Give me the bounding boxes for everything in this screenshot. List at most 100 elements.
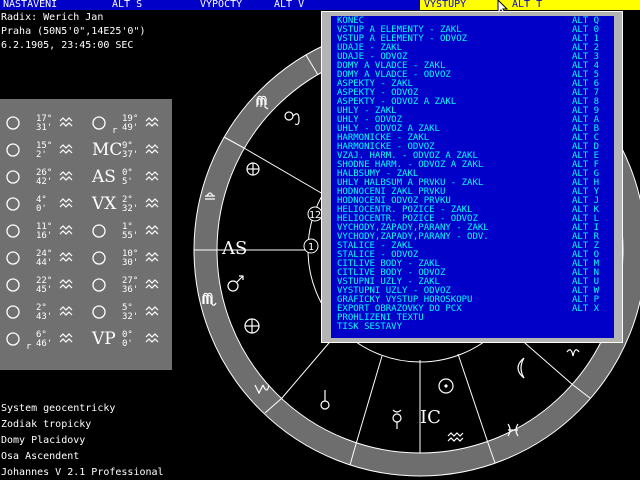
planet-row: 5°32' (92, 303, 159, 322)
vp-icon: VP (91, 329, 116, 349)
uranus-icon (6, 305, 20, 319)
planet-row: 10°30' (92, 249, 159, 268)
dropdown-list: KONEC ALT Q VSTUP A ELEMENTY - ZAKL ALT 0 VS… (331, 16, 614, 338)
retrograde-mark: r (112, 126, 118, 136)
menu-vystupy-shortcut: ALT T (512, 0, 543, 10)
planet-row: VX 2°32' (91, 194, 159, 214)
planet-table: 17°31' 15°2' 26°42' 4°0' 11°16' 24°44' 22°45' 2… (6, 114, 159, 352)
planet-row: AS 0°5' (91, 167, 159, 187)
aries-icon (145, 333, 159, 343)
vertex-icon: VX (91, 194, 117, 214)
planet-minute: 49' (122, 123, 138, 133)
cancer-icon (59, 333, 73, 343)
pisces-icon (59, 144, 73, 154)
planet-row: MC 9°37' (92, 140, 159, 160)
jupiter-icon (6, 251, 20, 265)
gemini-icon (145, 117, 159, 127)
house-12-label: 12 (309, 210, 321, 221)
mc-icon: MC (92, 140, 122, 160)
planet-minute: 32' (122, 312, 138, 322)
node-icon (92, 251, 106, 265)
lilith-icon (92, 224, 106, 238)
capricorn-icon (59, 306, 73, 316)
vystupy-dropdown: KONEC ALT Q VSTUP A ELEMENTY - ZAKL ALT 0 VS… (321, 11, 623, 343)
aries-icon (59, 198, 73, 208)
status-axis: Osa Ascendent (1, 451, 80, 462)
planet-minute: 30' (122, 258, 138, 268)
pluto-icon (92, 116, 106, 130)
aquarius-icon (59, 279, 73, 289)
planet-row: 15°2' (6, 141, 73, 160)
planet-row: 19°49'r (92, 114, 159, 136)
ic-label: IC (420, 407, 441, 428)
house-1-label: 1 (308, 242, 314, 253)
mars-icon (6, 224, 20, 238)
status-zodiac: Zodiak tropicky (1, 419, 92, 430)
aquarius-icon (59, 117, 73, 127)
planet-minute: 36' (122, 285, 138, 295)
menu-vypocty-shortcut: ALT V (274, 0, 305, 10)
leo-icon (145, 144, 159, 154)
planet-row: 26°42' (6, 168, 73, 187)
planet-row: 4°0' (6, 195, 73, 214)
planet-row: 1°55' (92, 222, 159, 241)
ascendant-label: AS (221, 238, 247, 259)
planet-minute: 0' (36, 204, 47, 214)
dropdown-item-shortcut: ALT X (572, 304, 600, 314)
menu-vystupy[interactable]: VYSTUPY (424, 0, 466, 10)
virgo-icon (59, 225, 73, 235)
planet-minute: 46' (36, 339, 52, 349)
planet-row: VP 0°0' (91, 329, 159, 349)
sun-icon (6, 116, 20, 130)
asc-icon: AS (91, 167, 116, 187)
planet-minute: 37' (122, 150, 138, 160)
planet-minute: 45' (36, 285, 52, 295)
planet-minute: 42' (36, 177, 52, 187)
saturn-icon (6, 278, 20, 292)
dropdown-item-label: TISK SESTAVY (337, 322, 403, 332)
aries-icon (145, 198, 159, 208)
virgo-icon (145, 252, 159, 262)
birth-place: Praha (50N5'0",14E25'0") (1, 26, 146, 37)
planet-row: 22°45' (6, 276, 73, 295)
neptune-icon (6, 332, 20, 346)
moon-icon (6, 143, 20, 157)
radix-name: Radix: Werich Jan (1, 12, 104, 23)
capricorn-icon (59, 171, 73, 181)
planet-row: 27°36' (92, 276, 159, 295)
mercury-icon (6, 170, 20, 184)
planet-minute: 55' (122, 231, 138, 241)
status-version: Johannes V 2.1 Professional (1, 467, 164, 478)
virgo-icon (145, 279, 159, 289)
planet-row: 17°31' (6, 114, 73, 133)
planet-positions-panel: 17° 31' 15° 2' 26° 42' 4° 0' 11° 16' 24° 44' 22° 45' 2… (0, 99, 172, 370)
menu-nastaveni-shortcut: ALT S (112, 0, 143, 10)
status-houses: Domy Placidovy (1, 435, 86, 446)
dropdown-item[interactable]: TISK SESTAVY (331, 323, 614, 332)
aries-icon (59, 252, 73, 262)
retrograde-mark: r (26, 342, 32, 352)
aries-icon (145, 225, 159, 235)
planet-row: 6°46'r (6, 330, 73, 352)
planet-minute: 31' (36, 123, 52, 133)
planet-minute: 44' (36, 258, 52, 268)
menu-nastaveni[interactable]: NASTAVENI (3, 0, 57, 10)
planet-minute: 16' (36, 231, 52, 241)
menu-vypocty[interactable]: VYPOCTY (200, 0, 242, 10)
fortune-icon (92, 278, 106, 292)
fortune-alt-icon (92, 305, 106, 319)
status-system: System geocentricky (1, 403, 116, 414)
planet-minute: 2' (36, 150, 47, 160)
planet-row: 2°43' (6, 303, 73, 322)
planet-minute: 32' (122, 204, 138, 214)
planet-row: 11°16' (6, 222, 73, 241)
planet-row: 24°44' (6, 249, 73, 268)
planet-minute: 5' (122, 177, 133, 187)
menu-bar: NASTAVENI ALT S VYPOCTY ALT V VYSTUPY AL… (0, 0, 640, 16)
libra-icon (145, 306, 159, 316)
birth-datetime: 6.2.1905, 23:45:00 SEC (1, 40, 134, 51)
planet-minute: 0' (122, 339, 133, 349)
planet-minute: 43' (36, 312, 52, 322)
virgo-icon (145, 171, 159, 181)
venus-icon (6, 197, 20, 211)
